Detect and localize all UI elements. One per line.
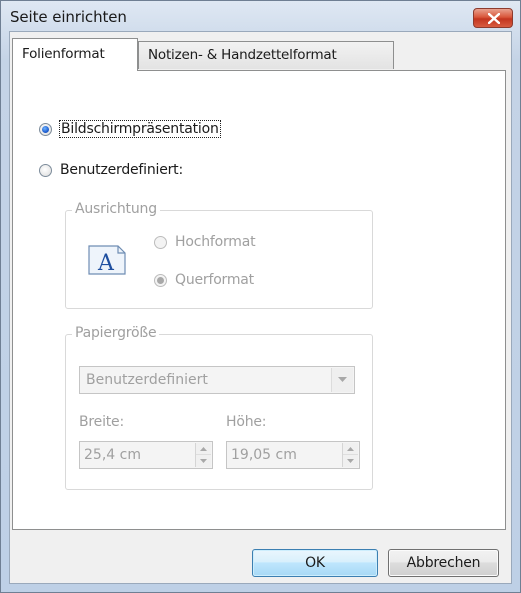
paper-size-select-value: Benutzerdefiniert	[86, 372, 208, 388]
cancel-button[interactable]: Abbrechen	[388, 549, 499, 577]
width-spinner[interactable]: 25,4 cm	[79, 441, 213, 469]
radio-row-custom[interactable]: Benutzerdefiniert:	[39, 162, 183, 178]
radio-row-landscape[interactable]: Querformat	[154, 272, 254, 288]
caret-down-icon	[347, 459, 354, 463]
radio-screen-presentation[interactable]	[39, 122, 52, 136]
width-label: Breite:	[79, 414, 124, 430]
width-spin-down[interactable]	[196, 455, 211, 467]
radio-portrait-label: Hochformat	[175, 234, 256, 250]
radio-row-portrait[interactable]: Hochformat	[154, 234, 256, 250]
height-spin-buttons	[342, 443, 358, 467]
svg-text:A: A	[97, 251, 115, 275]
radio-custom-label: Benutzerdefiniert:	[60, 162, 183, 178]
radio-row-screen[interactable]: Bildschirmpräsentation	[39, 120, 221, 138]
radio-portrait[interactable]	[154, 235, 167, 249]
height-spinner[interactable]: 19,05 cm	[226, 441, 360, 469]
paper-size-legend: Papiergröße	[72, 325, 160, 341]
close-icon	[488, 13, 500, 24]
width-spin-up[interactable]	[196, 443, 211, 455]
radio-screen-presentation-label: Bildschirmpräsentation	[59, 120, 221, 138]
chevron-down-icon	[338, 377, 347, 382]
width-spin-buttons	[195, 443, 211, 467]
radio-landscape-label: Querformat	[175, 272, 254, 288]
radio-landscape[interactable]	[154, 273, 167, 287]
select-dropdown-button[interactable]	[331, 368, 353, 392]
orientation-legend: Ausrichtung	[72, 201, 160, 217]
title-bar[interactable]: Seite einrichten	[1, 1, 520, 31]
radio-custom[interactable]	[39, 163, 52, 177]
width-value: 25,4 cm	[84, 447, 141, 463]
height-label: Höhe:	[226, 414, 267, 430]
close-button[interactable]	[473, 8, 513, 28]
height-spin-up[interactable]	[343, 443, 358, 455]
caret-down-icon	[200, 459, 207, 463]
page-landscape-icon: A	[88, 245, 126, 275]
window-title: Seite einrichten	[10, 8, 127, 26]
height-spin-down[interactable]	[343, 455, 358, 467]
caret-up-icon	[347, 447, 354, 451]
paper-size-select[interactable]: Benutzerdefiniert	[79, 366, 355, 394]
height-value: 19,05 cm	[231, 447, 297, 463]
tab-notizen-handzettelformat[interactable]: Notizen- & Handzettelformat	[138, 41, 394, 69]
caret-up-icon	[200, 447, 207, 451]
ok-button[interactable]: OK	[252, 549, 378, 577]
tab-folienformat[interactable]: Folienformat	[12, 38, 138, 71]
